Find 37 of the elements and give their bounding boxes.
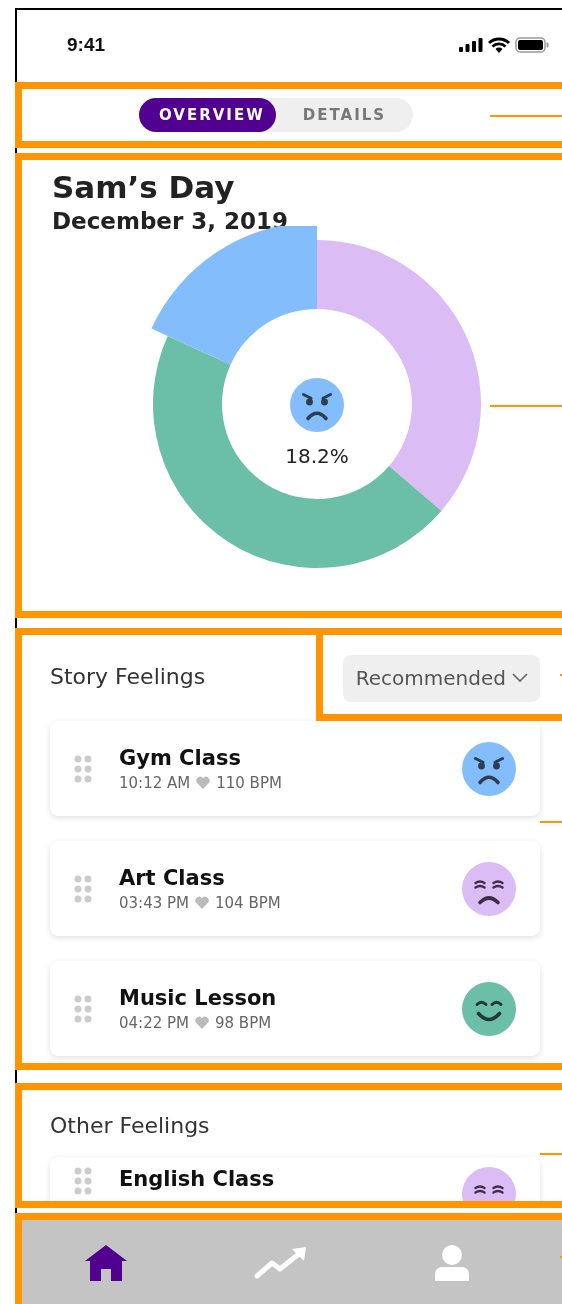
section-title: Story Feelings bbox=[50, 663, 206, 689]
heart-rate-label: 104 BPM bbox=[215, 893, 281, 912]
profile-icon[interactable] bbox=[434, 1244, 469, 1281]
time-label: 10:12 AM bbox=[119, 773, 191, 792]
time-label: 03:43 PM bbox=[119, 893, 189, 912]
status-time: 9:41 bbox=[67, 34, 106, 56]
heart-rate-label: 110 BPM bbox=[216, 773, 282, 792]
battery-icon bbox=[515, 37, 549, 53]
heart-icon bbox=[195, 896, 209, 909]
drag-handle-icon[interactable] bbox=[74, 754, 92, 783]
activity-name: Art Class bbox=[119, 865, 226, 890]
date-label: December 3, 2019 bbox=[52, 207, 290, 236]
feeling-card[interactable]: Gym Class 10:12 AM 110 BPM bbox=[50, 721, 540, 816]
drag-handle-icon[interactable] bbox=[74, 1167, 92, 1195]
home-icon[interactable] bbox=[85, 1244, 128, 1281]
heart-icon bbox=[195, 1016, 209, 1029]
activity-name: Gym Class bbox=[119, 745, 242, 770]
section-title: Other Feelings bbox=[50, 1112, 211, 1140]
heart-rate-label: 98 BPM bbox=[215, 1013, 272, 1032]
drag-handle-icon[interactable] bbox=[74, 874, 92, 903]
drag-handle-icon[interactable] bbox=[74, 994, 92, 1023]
tab[interactable]: DETAILS bbox=[276, 98, 413, 132]
sort-dropdown[interactable]: Recommended bbox=[342, 654, 540, 702]
trend-icon[interactable] bbox=[254, 1246, 308, 1279]
page-title: Sam’s Day bbox=[52, 168, 236, 206]
percentage-label: 18.2% bbox=[285, 444, 349, 468]
heart-icon bbox=[196, 776, 211, 789]
signal-icon bbox=[459, 38, 483, 52]
feeling-card[interactable]: English Class bbox=[50, 1157, 540, 1201]
feeling-card[interactable]: Music Lesson 04:22 PM 98 BPM bbox=[50, 961, 540, 1056]
tab[interactable]: OVERVIEW bbox=[139, 98, 276, 132]
chevron-down-icon bbox=[512, 673, 528, 683]
feeling-card[interactable]: Art Class 03:43 PM 104 BPM bbox=[50, 841, 540, 936]
time-label: 04:22 PM bbox=[119, 1013, 189, 1032]
activity-name: Music Lesson bbox=[119, 985, 278, 1010]
activity-name: English Class bbox=[119, 1167, 276, 1191]
wifi-icon bbox=[488, 37, 510, 53]
